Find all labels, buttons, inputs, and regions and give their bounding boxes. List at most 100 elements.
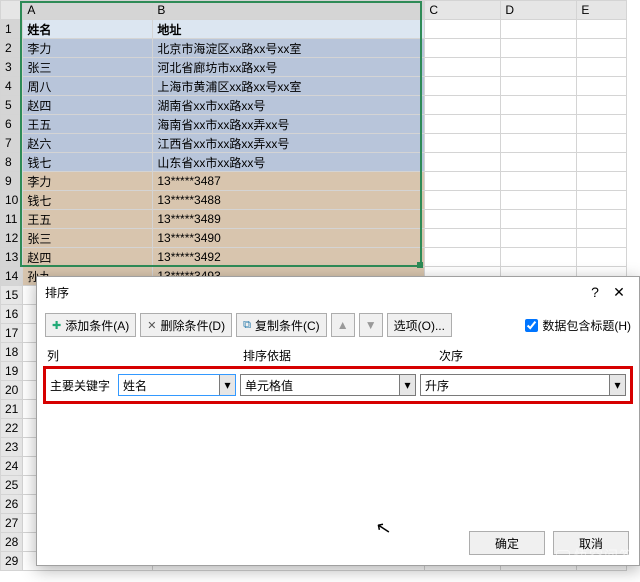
cell-D10[interactable] — [501, 191, 577, 210]
cell-B10[interactable]: 13*****3488 — [153, 191, 425, 210]
cell-D12[interactable] — [501, 229, 577, 248]
cell-B8[interactable]: 山东省xx市xx路xx号 — [153, 153, 425, 172]
close-button[interactable]: ✕ — [607, 284, 631, 301]
cell-D6[interactable] — [501, 115, 577, 134]
cell-B7[interactable]: 江西省xx市xx路xx弄xx号 — [153, 134, 425, 153]
row-header-16[interactable]: 16 — [1, 305, 23, 324]
cell-C4[interactable] — [425, 77, 501, 96]
cell-B11[interactable]: 13*****3489 — [153, 210, 425, 229]
row-header-10[interactable]: 10 — [1, 191, 23, 210]
cell-E6[interactable] — [577, 115, 627, 134]
cell-B4[interactable]: 上海市黄浦区xx路xx号xx室 — [153, 77, 425, 96]
cell-C2[interactable] — [425, 39, 501, 58]
dialog-titlebar[interactable]: 排序 ? ✕ — [37, 277, 639, 307]
cell-D7[interactable] — [501, 134, 577, 153]
row-header-14[interactable]: 14 — [1, 267, 23, 286]
row-header-21[interactable]: 21 — [1, 400, 23, 419]
row-header-1[interactable]: 1 — [1, 20, 23, 39]
row-header-28[interactable]: 28 — [1, 533, 23, 552]
cell-C1[interactable] — [425, 20, 501, 39]
row-header-17[interactable]: 17 — [1, 324, 23, 343]
cell-C8[interactable] — [425, 153, 501, 172]
column-header-B[interactable]: B — [153, 1, 425, 20]
cell-A13[interactable]: 赵四 — [23, 248, 153, 267]
cell-A12[interactable]: 张三 — [23, 229, 153, 248]
sort-field-combo[interactable]: 姓名 ▾ — [118, 374, 236, 396]
column-header-C[interactable]: C — [425, 1, 501, 20]
cell-B12[interactable]: 13*****3490 — [153, 229, 425, 248]
cell-C5[interactable] — [425, 96, 501, 115]
cell-B9[interactable]: 13*****3487 — [153, 172, 425, 191]
cell-B1[interactable]: 地址 — [153, 20, 425, 39]
cell-A6[interactable]: 王五 — [23, 115, 153, 134]
cell-E11[interactable] — [577, 210, 627, 229]
row-header-19[interactable]: 19 — [1, 362, 23, 381]
cell-C3[interactable] — [425, 58, 501, 77]
row-header-29[interactable]: 29 — [1, 552, 23, 571]
cell-C9[interactable] — [425, 172, 501, 191]
ok-button[interactable]: 确定 — [469, 531, 545, 555]
row-header-13[interactable]: 13 — [1, 248, 23, 267]
sort-order-combo[interactable]: 升序 ▾ — [420, 374, 626, 396]
help-button[interactable]: ? — [583, 284, 607, 300]
header-checkbox[interactable]: 数据包含标题(H) — [525, 317, 631, 334]
add-condition-button[interactable]: ✚ 添加条件(A) — [45, 313, 136, 337]
row-header-8[interactable]: 8 — [1, 153, 23, 172]
cell-B6[interactable]: 海南省xx市xx路xx弄xx号 — [153, 115, 425, 134]
cell-E5[interactable] — [577, 96, 627, 115]
row-header-5[interactable]: 5 — [1, 96, 23, 115]
cell-E7[interactable] — [577, 134, 627, 153]
cell-B13[interactable]: 13*****3492 — [153, 248, 425, 267]
move-down-button[interactable]: ▼ — [359, 313, 383, 337]
cell-A9[interactable]: 李力 — [23, 172, 153, 191]
cell-D13[interactable] — [501, 248, 577, 267]
header-checkbox-input[interactable] — [525, 319, 538, 332]
cell-E13[interactable] — [577, 248, 627, 267]
row-header-4[interactable]: 4 — [1, 77, 23, 96]
cell-A7[interactable]: 赵六 — [23, 134, 153, 153]
sort-by-combo[interactable]: 单元格值 ▾ — [240, 374, 416, 396]
delete-condition-button[interactable]: ✕ 删除条件(D) — [140, 313, 232, 337]
cell-A2[interactable]: 李力 — [23, 39, 153, 58]
cell-A1[interactable]: 姓名 — [23, 20, 153, 39]
cell-B5[interactable]: 湖南省xx市xx路xx号 — [153, 96, 425, 115]
cell-D9[interactable] — [501, 172, 577, 191]
cell-A5[interactable]: 赵四 — [23, 96, 153, 115]
cell-A11[interactable]: 王五 — [23, 210, 153, 229]
column-header-A[interactable]: A — [23, 1, 153, 20]
row-header-26[interactable]: 26 — [1, 495, 23, 514]
cell-C6[interactable] — [425, 115, 501, 134]
row-header-2[interactable]: 2 — [1, 39, 23, 58]
row-header-23[interactable]: 23 — [1, 438, 23, 457]
cell-C11[interactable] — [425, 210, 501, 229]
row-header-9[interactable]: 9 — [1, 172, 23, 191]
cell-D5[interactable] — [501, 96, 577, 115]
row-header-18[interactable]: 18 — [1, 343, 23, 362]
row-header-24[interactable]: 24 — [1, 457, 23, 476]
cell-A8[interactable]: 钱七 — [23, 153, 153, 172]
move-up-button[interactable]: ▲ — [331, 313, 355, 337]
cell-C7[interactable] — [425, 134, 501, 153]
options-button[interactable]: 选项(O)... — [387, 313, 452, 337]
cell-A10[interactable]: 钱七 — [23, 191, 153, 210]
copy-condition-button[interactable]: ⧉ 复制条件(C) — [236, 313, 327, 337]
column-header-E[interactable]: E — [577, 1, 627, 20]
row-header-15[interactable]: 15 — [1, 286, 23, 305]
cell-D4[interactable] — [501, 77, 577, 96]
cell-C13[interactable] — [425, 248, 501, 267]
row-header-3[interactable]: 3 — [1, 58, 23, 77]
cell-D2[interactable] — [501, 39, 577, 58]
cell-C10[interactable] — [425, 191, 501, 210]
cell-A4[interactable]: 周八 — [23, 77, 153, 96]
column-header-D[interactable]: D — [501, 1, 577, 20]
cell-D8[interactable] — [501, 153, 577, 172]
row-header-11[interactable]: 11 — [1, 210, 23, 229]
cell-E4[interactable] — [577, 77, 627, 96]
cell-C12[interactable] — [425, 229, 501, 248]
cell-D11[interactable] — [501, 210, 577, 229]
select-all-corner[interactable] — [1, 1, 23, 20]
row-header-27[interactable]: 27 — [1, 514, 23, 533]
cell-E12[interactable] — [577, 229, 627, 248]
cell-E8[interactable] — [577, 153, 627, 172]
cell-E2[interactable] — [577, 39, 627, 58]
